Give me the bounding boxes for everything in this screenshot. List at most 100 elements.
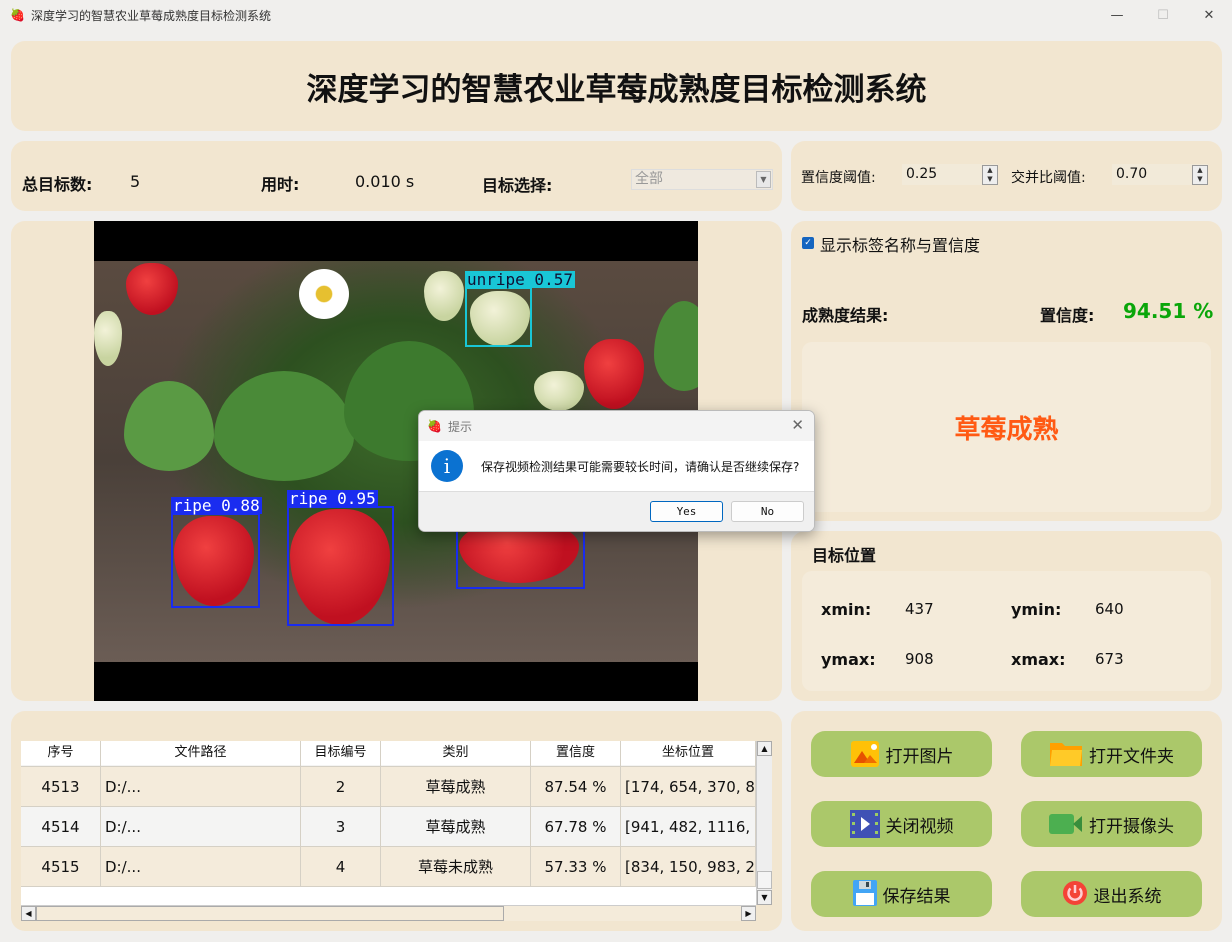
close-button[interactable]: ✕ [1186,0,1232,30]
open-image-button[interactable]: 打开图片 [811,731,992,777]
minimize-button[interactable]: — [1094,0,1140,30]
target-select-value: 全部 [635,171,663,187]
bbox-label: ripe 0.88 [171,496,262,515]
button-panel: 打开图片 打开文件夹 关闭视频 打开摄像头 保存结果 退出系统 [791,711,1222,931]
table-cell: 87.54 % [531,767,621,806]
vertical-scroll-thumb[interactable] [757,871,772,889]
ymin-label: ymin: [1011,600,1062,619]
scroll-right-icon[interactable]: ▶ [741,906,756,921]
total-value: 5 [130,172,141,191]
table-cell: 草莓成熟 [381,767,531,806]
chevron-down-icon[interactable]: ▼ [756,171,771,188]
xmax-value: 673 [1095,650,1124,668]
bbox-label: unripe 0.57 [465,270,575,289]
iou-threshold-value: 0.70 [1116,166,1148,182]
bbox-ripe: ripe 0.88 [171,497,262,608]
open-camera-label: 打开摄像头 [1089,816,1174,837]
confirm-dialog: 🍓 提示 ✕ i 保存视频检测结果可能需要较长时间，请确认是否继续保存? Yes … [418,410,815,532]
confidence-value: 94.51 % [1123,299,1214,323]
maturity-result-box: 草莓成熟 [802,342,1211,512]
horizontal-scroll-thumb[interactable] [36,906,504,921]
dialog-close-icon[interactable]: ✕ [791,416,804,434]
save-result-label: 保存结果 [882,886,951,907]
table-cell: 4 [301,847,381,886]
maturity-label: 成熟度结果: [802,306,889,325]
table-cell: 57.33 % [531,847,621,886]
conf-threshold-spinbox[interactable]: 0.25 ▲ ▼ [902,164,998,185]
bbox-ripe: ripe 0.95 [287,490,394,626]
ymax-label: ymax: [821,650,876,669]
results-table: 序号 文件路径 目标编号 类别 置信度 坐标位置 4512D:/...1草莓成熟… [21,741,756,905]
save-result-button[interactable]: 保存结果 [811,871,992,917]
dialog-title: 提示 [447,419,472,434]
exit-label: 退出系统 [1093,886,1162,907]
video-icon [849,810,880,838]
maximize-button[interactable]: ☐ [1140,0,1186,30]
window-title: 深度学习的智慧农业草莓成熟度目标检测系统 [30,8,271,23]
open-folder-label: 打开文件夹 [1089,746,1174,767]
vertical-scrollbar[interactable]: ▲ ▼ [756,741,772,905]
close-video-button[interactable]: 关闭视频 [811,801,992,847]
table-cell: 2 [301,767,381,806]
time-label: 用时: [261,175,300,194]
xmin-label: xmin: [821,600,872,619]
col-index[interactable]: 序号 [21,741,101,765]
ymin-value: 640 [1095,600,1124,618]
conf-threshold-value: 0.25 [906,166,938,182]
time-value: 0.010 s [355,172,415,191]
table-cell: 3 [301,807,381,846]
table-cell: 4515 [21,847,101,886]
table-cell: 67.78 % [531,807,621,846]
table-cell: D:/... [101,807,301,846]
iou-threshold-label: 交并比阈值: [1011,170,1086,186]
total-label: 总目标数: [22,175,93,194]
title-bar: 🍓 深度学习的智慧农业草莓成熟度目标检测系统 — ☐ ✕ [0,0,1232,30]
no-button[interactable]: No [731,501,804,522]
target-select[interactable]: 全部 ▼ [631,169,773,190]
yes-button[interactable]: Yes [650,501,723,522]
spin-arrows-icon[interactable]: ▲ ▼ [1192,165,1208,185]
open-folder-button[interactable]: 打开文件夹 [1021,731,1202,777]
close-video-label: 关闭视频 [885,816,954,837]
horizontal-scrollbar[interactable]: ◀ ▶ [21,905,756,921]
table-cell: 草莓未成熟 [381,847,531,886]
table-cell: [941, 482, 1116, 60 [621,807,756,846]
table-cell: 4513 [21,767,101,806]
save-icon [852,880,877,908]
table-cell: D:/... [101,847,301,886]
app-strawberry-icon: 🍓 [427,419,442,433]
xmin-value: 437 [905,600,934,618]
folder-icon [1049,740,1083,768]
table-row[interactable]: 4514D:/...3草莓成熟67.78 %[941, 482, 1116, 6… [21,807,756,847]
show-labels-checkbox[interactable]: ✓ [802,237,814,249]
confidence-label: 置信度: [1040,306,1095,325]
position-box: xmin: 437 ymin: 640 ymax: 908 xmax: 673 [802,571,1211,691]
conf-threshold-label: 置信度阈值: [801,170,876,186]
open-camera-button[interactable]: 打开摄像头 [1021,801,1202,847]
table-row[interactable]: 4515 D:/... 4 草莓未成熟 57.33 % [834, 150, 983, 2… [21,847,756,887]
scroll-left-icon[interactable]: ◀ [21,906,36,921]
col-path[interactable]: 文件路径 [101,741,301,765]
col-target-id[interactable]: 目标编号 [301,741,381,765]
target-select-label: 目标选择: [482,176,553,195]
open-image-label: 打开图片 [885,746,954,767]
bbox-unripe: unripe 0.57 [465,271,575,347]
table-row[interactable]: 4513D:/...2草莓成熟87.54 %[174, 654, 370, 86… [21,767,756,807]
maturity-value: 草莓成熟 [954,414,1059,445]
exit-button[interactable]: 退出系统 [1021,871,1202,917]
col-class[interactable]: 类别 [381,741,531,765]
col-confidence[interactable]: 置信度 [531,741,621,765]
col-position[interactable]: 坐标位置 [621,741,756,765]
table-cell: D:/... [101,767,301,806]
threshold-panel: 置信度阈值: 0.25 ▲ ▼ 交并比阈值: 0.70 ▲ ▼ [791,141,1222,211]
spin-arrows-icon[interactable]: ▲ ▼ [982,165,998,185]
scroll-up-icon[interactable]: ▲ [757,741,772,756]
iou-threshold-spinbox[interactable]: 0.70 ▲ ▼ [1112,164,1208,185]
position-title: 目标位置 [812,546,877,565]
scroll-down-icon[interactable]: ▼ [757,890,772,905]
result-panel: ✓ 显示标签名称与置信度 成熟度结果: 置信度: 94.51 % 草莓成熟 [791,221,1222,521]
table-header: 序号 文件路径 目标编号 类别 置信度 坐标位置 [21,741,756,765]
results-table-panel: 序号 文件路径 目标编号 类别 置信度 坐标位置 4512D:/...1草莓成熟… [11,711,782,931]
image-icon [850,740,880,768]
header-panel: 深度学习的智慧农业草莓成熟度目标检测系统 [11,41,1222,131]
